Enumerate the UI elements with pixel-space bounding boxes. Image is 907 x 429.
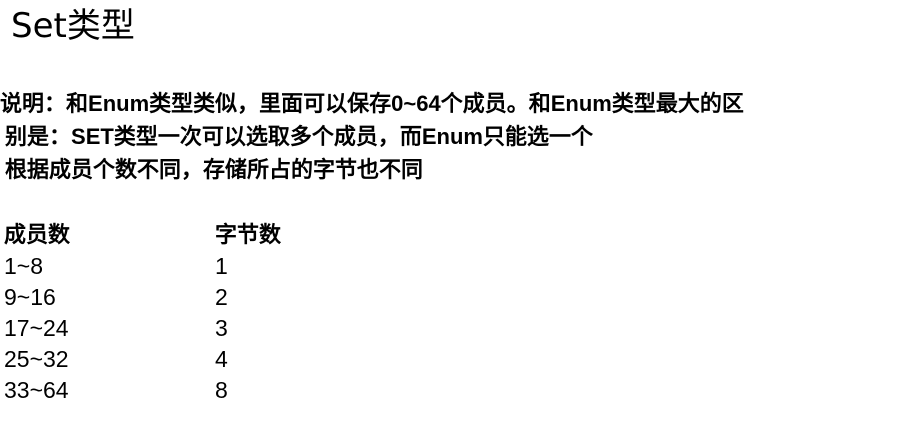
bytes-cell: 4: [215, 346, 228, 372]
table-row: 17~24 3: [4, 313, 404, 344]
slide-title: Set类型: [11, 6, 135, 46]
table-row: 9~16 2: [4, 282, 404, 313]
description-text: 只能选一个: [482, 125, 593, 150]
table-row: 1~8 1: [4, 251, 404, 282]
description-text: 类型最大的区: [611, 92, 744, 117]
description-text: SET: [71, 124, 114, 149]
members-cell: 1~8: [4, 253, 44, 279]
members-cell: 9~16: [4, 284, 56, 310]
members-cell: 25~32: [4, 346, 69, 372]
description-text: 别是：: [5, 125, 72, 150]
description-text: Enum: [550, 91, 612, 116]
description-line-1: 说明：和Enum类型类似，里面可以保存0~64个成员。和Enum类型最大的区: [0, 89, 744, 120]
members-cell: 33~64: [4, 377, 69, 403]
description-text: 说明：和: [0, 92, 89, 117]
bytes-cell: 1: [215, 253, 228, 279]
description-text: 类型一次可以选取多个成员，而: [113, 125, 422, 150]
slide: Set类型 说明：和Enum类型类似，里面可以保存0~64个成员。和Enum类型…: [0, 0, 907, 429]
bytes-cell: 2: [215, 284, 228, 310]
description-text: Enum: [421, 124, 483, 149]
table-row: 33~64 8: [4, 375, 404, 406]
column-header-members: 成员数: [4, 223, 71, 248]
column-header-bytes: 字节数: [215, 223, 282, 248]
description-line-2: 别是：SET类型一次可以选取多个成员，而Enum只能选一个: [5, 122, 593, 153]
bytes-cell: 8: [215, 377, 228, 403]
member-byte-table: 成员数 字节数 1~8 1 9~16 2 17~24 3 25~32 4 33~…: [4, 220, 404, 406]
description-text: Enum: [88, 91, 150, 116]
description-text: 类型类似，里面可以保存: [149, 92, 392, 117]
description-text: 0~64: [391, 91, 441, 116]
table-row: 25~32 4: [4, 344, 404, 375]
members-cell: 17~24: [4, 315, 69, 341]
description-line-3: 根据成员个数不同，存储所占的字节也不同: [5, 158, 424, 183]
table-header-row: 成员数 字节数: [4, 220, 404, 251]
description-text: 个成员。和: [440, 92, 551, 117]
bytes-cell: 3: [215, 315, 228, 341]
